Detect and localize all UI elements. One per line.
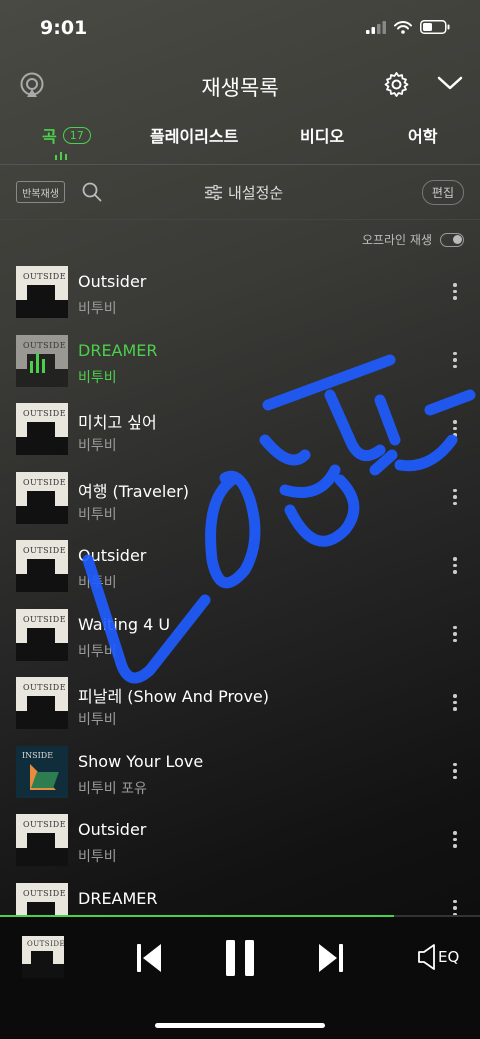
- now-playing-eq-icon: [30, 349, 45, 373]
- cellular-signal-icon: [366, 20, 386, 34]
- song-title: 피날레 (Show And Prove): [78, 687, 270, 706]
- album-art: OUTSIDE: [16, 403, 68, 455]
- tab-songs-label: 곡: [42, 127, 57, 146]
- song-artist: 비투비: [78, 369, 117, 386]
- album-art: INSIDE: [16, 745, 68, 798]
- header: 재생목록: [0, 62, 480, 108]
- player-album-art[interactable]: OUTSIDE: [22, 936, 64, 978]
- song-artist: 비투비: [78, 849, 117, 865]
- song-count-badge: 17: [62, 126, 91, 144]
- edit-button[interactable]: 편집: [421, 180, 464, 205]
- search-icon[interactable]: [82, 182, 102, 206]
- song-artist: 비투비 포유: [78, 780, 147, 797]
- toolbar: 반복재생 내설정순 편집: [0, 168, 480, 216]
- more-options-icon[interactable]: [448, 831, 462, 851]
- repeat-button[interactable]: 반복재생: [16, 178, 65, 206]
- song-title: 미치고 싶어: [78, 413, 157, 432]
- song-row[interactable]: INSIDE Show Your Love 비투비 포유: [0, 738, 480, 807]
- more-options-icon[interactable]: [448, 694, 462, 714]
- album-art: OUTSIDE: [16, 608, 68, 661]
- more-options-icon[interactable]: [448, 625, 462, 646]
- tab-playlists[interactable]: 플레이리스트: [150, 123, 238, 147]
- now-playing-tab-eq-icon: [55, 152, 67, 160]
- divider: [0, 219, 480, 220]
- more-options-icon[interactable]: [448, 351, 462, 372]
- home-indicator[interactable]: [155, 1023, 325, 1028]
- song-row[interactable]: OUTSIDE Outsider 비투비: [0, 532, 480, 601]
- album-art: OUTSIDE: [16, 540, 68, 592]
- eq-label: EQ: [438, 948, 460, 966]
- song-list: OUTSIDE Outsider 비투비 OUTSIDE DREAMER 비투비…: [0, 258, 480, 943]
- tab-songs[interactable]: 곡 17: [42, 123, 91, 147]
- mini-player: OUTSIDE EQ: [0, 917, 480, 1039]
- wifi-icon: [394, 20, 412, 34]
- speaker-icon: [418, 944, 435, 970]
- song-row[interactable]: OUTSIDE 여행 (Traveler) 비투비: [0, 464, 480, 533]
- gear-icon[interactable]: [383, 71, 410, 102]
- song-row[interactable]: OUTSIDE 미치고 싶어 비투비: [0, 395, 480, 464]
- song-title: DREAMER: [78, 888, 158, 908]
- equalizer-button[interactable]: EQ: [418, 944, 459, 970]
- album-art: OUTSIDE: [16, 677, 68, 729]
- sliders-icon: [205, 185, 222, 200]
- battery-icon: [420, 20, 450, 34]
- song-title: Outsider: [78, 546, 147, 565]
- tab-language[interactable]: 어학: [408, 123, 437, 147]
- more-options-icon[interactable]: [448, 420, 462, 440]
- song-artist: 비투비: [78, 506, 117, 523]
- sort-button[interactable]: 내설정순: [205, 182, 283, 203]
- next-track-icon[interactable]: [318, 943, 344, 977]
- song-row[interactable]: OUTSIDE Outsider 비투비: [0, 258, 480, 327]
- song-title: 여행 (Traveler): [78, 481, 189, 501]
- more-options-icon[interactable]: [448, 283, 462, 303]
- status-time: 9:01: [40, 17, 88, 39]
- song-artist: 비투비: [78, 575, 117, 591]
- song-title: Outsider: [78, 820, 147, 839]
- offline-label: 오프라인 재생: [361, 233, 432, 247]
- tab-videos[interactable]: 비디오: [300, 123, 344, 147]
- album-art: OUTSIDE: [16, 471, 68, 524]
- song-row[interactable]: OUTSIDE Outsider 비투비: [0, 806, 480, 875]
- tab-bar: 곡 17 플레이리스트 비디오 어학: [0, 118, 480, 164]
- previous-track-icon[interactable]: [136, 943, 162, 977]
- status-bar: 9:01: [0, 0, 480, 56]
- status-icons: [366, 20, 450, 34]
- song-title: Show Your Love: [78, 751, 204, 771]
- song-artist: 비투비: [78, 438, 117, 454]
- pause-icon[interactable]: [224, 939, 256, 981]
- song-row[interactable]: OUTSIDE Waiting 4 U 비투비: [0, 601, 480, 670]
- song-row-now-playing[interactable]: OUTSIDE DREAMER 비투비: [0, 327, 480, 396]
- sort-label: 내설정순: [228, 184, 284, 202]
- chevron-down-icon[interactable]: [437, 74, 463, 96]
- album-art: OUTSIDE: [16, 814, 68, 866]
- song-artist: 비투비: [78, 301, 117, 317]
- song-artist: 비투비: [78, 643, 117, 660]
- song-title: Outsider: [78, 272, 147, 291]
- song-title: DREAMER: [78, 340, 158, 360]
- song-title: Waiting 4 U: [78, 614, 171, 634]
- offline-playback: 오프라인 재생: [362, 231, 464, 248]
- song-row[interactable]: OUTSIDE 피날레 (Show And Prove) 비투비: [0, 669, 480, 738]
- more-options-icon[interactable]: [448, 557, 462, 577]
- song-artist: 비투비: [78, 712, 117, 728]
- more-options-icon[interactable]: [448, 762, 462, 783]
- repeat-label: 반복재생: [22, 189, 59, 200]
- more-options-icon[interactable]: [448, 488, 462, 509]
- offline-toggle[interactable]: [440, 232, 464, 247]
- album-art: OUTSIDE: [16, 266, 68, 318]
- divider: [0, 164, 480, 165]
